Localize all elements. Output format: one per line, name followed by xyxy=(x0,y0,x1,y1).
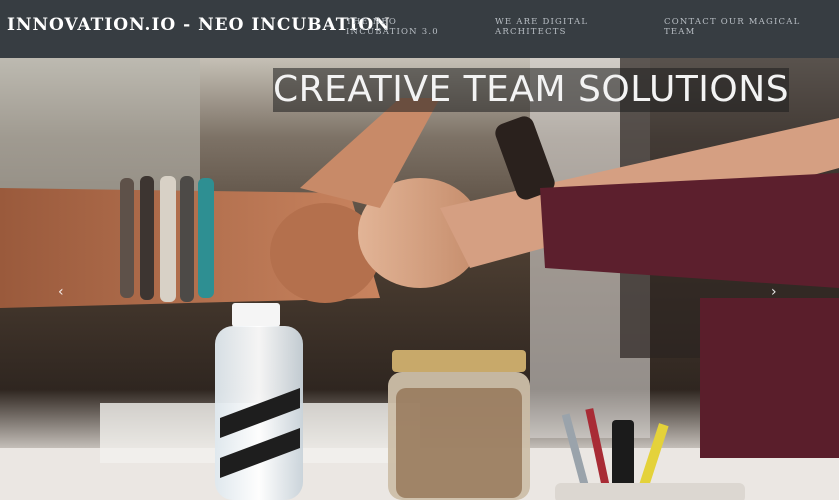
brand-link[interactable]: INNOVATION.IO - NEO INCUBATION xyxy=(7,15,391,35)
chevron-right-icon[interactable]: › xyxy=(771,284,777,300)
nav-link-digital-architects[interactable]: WE ARE DIGITAL ARCHITECTS xyxy=(495,17,635,37)
chevron-left-icon[interactable]: ‹ xyxy=(58,284,64,300)
navbar: INNOVATION.IO - NEO INCUBATION THE NEO I… xyxy=(0,0,839,58)
carousel-caption: CREATIVE TEAM SOLUTIONS xyxy=(273,68,790,112)
nav-link-neo-incubation[interactable]: THE NEO INCUBATION 3.0 xyxy=(346,17,466,37)
hero-photo xyxy=(0,58,839,500)
nav-link-contact-team[interactable]: CONTACT OUR MAGICAL TEAM xyxy=(664,17,804,37)
hero-carousel: CREATIVE TEAM SOLUTIONS ‹ › xyxy=(0,58,839,500)
